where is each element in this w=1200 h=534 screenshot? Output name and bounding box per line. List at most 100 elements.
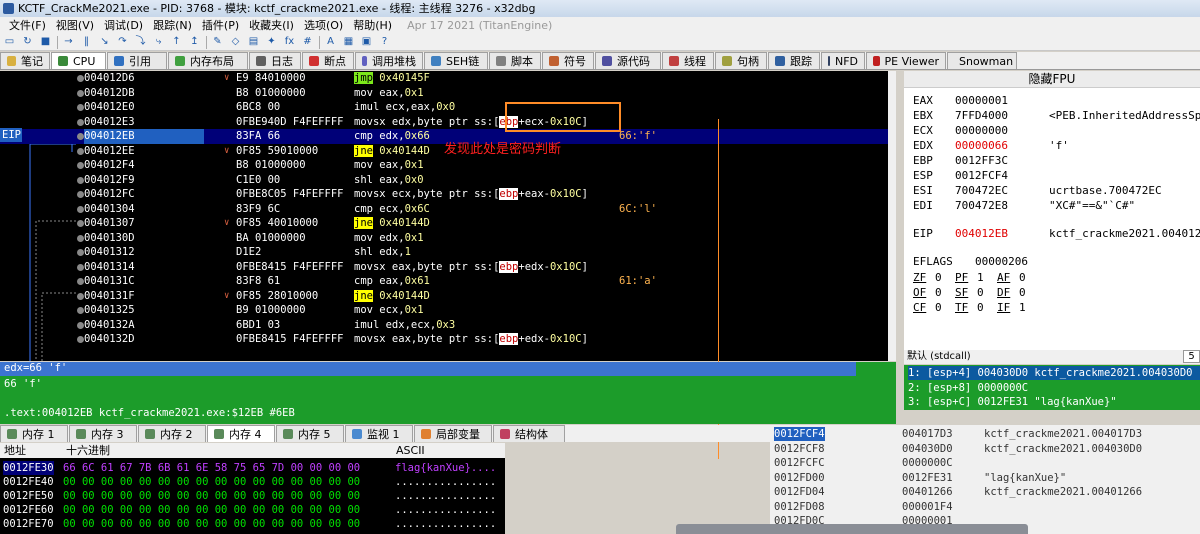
comment-icon[interactable]: ◇ (229, 36, 242, 48)
menu-item[interactable]: 视图(V) (51, 17, 99, 34)
tab-trace[interactable]: 跟踪 (768, 52, 820, 69)
stack-row[interactable]: 0012FD00 0012FE31 "lag{kanXue}" (770, 471, 1200, 485)
pause-icon[interactable]: ‖ (80, 36, 93, 48)
register-value[interactable]: 0012FCF4 (955, 168, 1008, 183)
call-argument-row[interactable]: 2: [esp+8] 0000000C (908, 381, 1028, 395)
trace-into-icon[interactable]: ⤵ (134, 36, 147, 48)
flag-value[interactable]: 1 (1019, 300, 1026, 315)
stack-row[interactable]: 0012FD08 000001F4 (770, 500, 1200, 514)
tab-source[interactable]: 源代码 (595, 52, 661, 69)
memory-tab-8[interactable]: 结构体 (493, 425, 565, 442)
patch-icon[interactable]: ✎ (211, 36, 224, 48)
disasm-row[interactable]: 004012E3 0FBE940D F4FEFFFF movsx edx,byte … (0, 115, 896, 130)
disasm-row[interactable]: 0040130D BA 01000000 mov edx,0x1 (0, 231, 896, 246)
tab-references[interactable]: 引用 (107, 52, 167, 69)
tab-seh[interactable]: SEH链 (424, 52, 488, 69)
hash-icon[interactable]: # (301, 36, 314, 48)
menu-item[interactable]: 帮助(H) (348, 17, 397, 34)
disasm-row[interactable]: 00401325 B9 01000000 mov ecx,0x1 (0, 303, 896, 318)
disasm-scrollbar[interactable] (888, 71, 896, 361)
execute-till-return-icon[interactable]: ↑ (170, 36, 183, 48)
trace-over-icon[interactable]: ⤷ (152, 36, 165, 48)
open-icon[interactable]: ▭ (3, 36, 16, 48)
disasm-row[interactable]: 00401312 D1E2 shl edx,1 (0, 245, 896, 260)
tab-handles[interactable]: 句柄 (715, 52, 767, 69)
stack-row[interactable]: 0012FCF8 004030D0 kctf_crackme2021.004030D… (770, 442, 1200, 456)
memory-tab-4[interactable]: 内存 4 (207, 425, 275, 442)
register-value[interactable]: 700472EC (955, 183, 1008, 198)
disasm-row[interactable]: 0040131F ∨ 0F85 28010000 jne 0x40144D (0, 289, 896, 304)
disasm-row[interactable]: 004012D6 ∨ E9 84010000 jmp 0x40145F (0, 71, 896, 86)
run-icon[interactable]: → (62, 36, 75, 48)
memory-tab-7[interactable]: 局部变量 (414, 425, 492, 442)
disasm-row[interactable]: 004012F4 B8 01000000 mov eax,0x1 (0, 158, 896, 173)
flag-value[interactable]: 0 (977, 285, 984, 300)
register-value[interactable]: 0012FF3C (955, 153, 1008, 168)
flag-value[interactable]: 0 (935, 300, 942, 315)
dump-row[interactable]: 0012FE60 00 00 00 00 00 00 00 00 00 00 00… (0, 503, 505, 517)
disasm-row[interactable]: 0040131C 83F8 61 cmp eax,0x61 61:'a' (0, 274, 896, 289)
flag-value[interactable]: 1 (977, 270, 984, 285)
disasm-row[interactable]: 004012DB B8 01000000 mov eax,0x1 (0, 86, 896, 101)
disasm-row[interactable]: 004012F9 C1E0 00 shl eax,0x0 (0, 173, 896, 188)
dump-row[interactable]: 0012FE30 66 6C 61 67 7B 6B 61 6E 58 75 65… (0, 461, 505, 475)
memory-tab-5[interactable]: 内存 5 (276, 425, 344, 442)
dump-row[interactable]: 0012FE70 00 00 00 00 00 00 00 00 00 00 00… (0, 517, 505, 531)
script-icon[interactable]: A (324, 36, 337, 48)
help-icon[interactable]: ? (378, 36, 391, 48)
memory-tab-1[interactable]: 内存 1 (0, 425, 68, 442)
flag-value[interactable]: 0 (935, 270, 942, 285)
register-value[interactable]: 00000001 (955, 93, 1008, 108)
step-over-icon[interactable]: ↷ (116, 36, 129, 48)
label-icon[interactable]: ▤ (247, 36, 260, 48)
hide-fpu-button[interactable]: 隐藏FPU (904, 71, 1200, 88)
flag-value[interactable]: 0 (1019, 270, 1026, 285)
restart-icon[interactable]: ↻ (21, 36, 34, 48)
tab-snowman[interactable]: Snowman (947, 52, 1017, 69)
disasm-row[interactable]: 0040132D 0FBE8415 F4FEFFFF movsx eax,byte … (0, 332, 896, 347)
close-icon[interactable]: ■ (39, 36, 52, 48)
stack-row[interactable]: 0012FCFC 0000000C (770, 456, 1200, 470)
register-value[interactable]: 700472E8 (955, 198, 1008, 213)
menu-item[interactable]: 调试(D) (99, 17, 148, 34)
tab-cpu[interactable]: CPU (51, 52, 106, 69)
eflags-value[interactable]: 00000206 (975, 254, 1028, 269)
tab-nfd[interactable]: NFD (821, 52, 865, 69)
menu-item[interactable]: 收藏夹(I) (244, 17, 299, 34)
bookmark-icon[interactable]: ✦ (265, 36, 278, 48)
tab-memory-map[interactable]: 内存布局 (168, 52, 248, 69)
call-argument-row[interactable]: 1: [esp+4] 004030D0 kctf_crackme2021.004… (908, 366, 1200, 380)
step-into-icon[interactable]: ↘ (98, 36, 111, 48)
call-argument-row[interactable]: 3: [esp+C] 0012FE31 "lag{kanXue}" (908, 395, 1117, 409)
register-value[interactable]: 00000000 (955, 123, 1008, 138)
stack-row[interactable]: 0012FCF4 004017D3 kctf_crackme2021.004017D… (770, 427, 1200, 441)
menu-item[interactable]: 文件(F) (4, 17, 51, 34)
menu-item[interactable]: 跟踪(N) (148, 17, 197, 34)
arg-count-spinbox[interactable]: 5 (1183, 350, 1200, 363)
disasm-row[interactable]: 00401304 83F9 6C cmp ecx,0x6C 6C:'l' (0, 202, 896, 217)
register-value[interactable]: 004012EB (955, 226, 1008, 241)
options-icon[interactable]: ▣ (360, 36, 373, 48)
memory-tab-2[interactable]: 内存 3 (69, 425, 137, 442)
calculator-icon[interactable]: ▦ (342, 36, 355, 48)
tab-threads[interactable]: 线程 (662, 52, 714, 69)
calling-convention-select[interactable]: 默认 (stdcall) (907, 350, 971, 364)
flag-value[interactable]: 0 (1019, 285, 1026, 300)
tab-breakpoints[interactable]: 断点 (302, 52, 354, 69)
disasm-row[interactable]: 00401307 ∨ 0F85 40010000 jne 0x40144D (0, 216, 896, 231)
tab-pe[interactable]: PE Viewer (866, 52, 946, 69)
function-icon[interactable]: fx (283, 36, 296, 48)
tab-symbols[interactable]: 符号 (542, 52, 594, 69)
tab-call-stack[interactable]: 调用堆栈 (355, 52, 423, 69)
menu-item[interactable]: 选项(O) (299, 17, 348, 34)
tab-log[interactable]: 日志 (249, 52, 301, 69)
menu-item[interactable]: 插件(P) (197, 17, 244, 34)
dump-row[interactable]: 0012FE40 00 00 00 00 00 00 00 00 00 00 00… (0, 475, 505, 489)
disasm-row[interactable]: 00401314 0FBE8415 F4FEFFFF movsx eax,byte … (0, 260, 896, 275)
disasm-row[interactable]: 004012E0 6BC8 00 imul ecx,eax,0x0 (0, 100, 896, 115)
disassembly-view[interactable]: 004012D6 ∨ E9 84010000 jmp 0x40145F 004012DB… (0, 71, 896, 361)
memory-tab-6[interactable]: 监视 1 (345, 425, 413, 442)
flag-value[interactable]: 0 (935, 285, 942, 300)
registers-panel[interactable]: 隐藏FPU EAX 00000001 EBX 7FFD4000 <PEB.Inherit… (904, 71, 1200, 352)
flag-value[interactable]: 0 (977, 300, 984, 315)
